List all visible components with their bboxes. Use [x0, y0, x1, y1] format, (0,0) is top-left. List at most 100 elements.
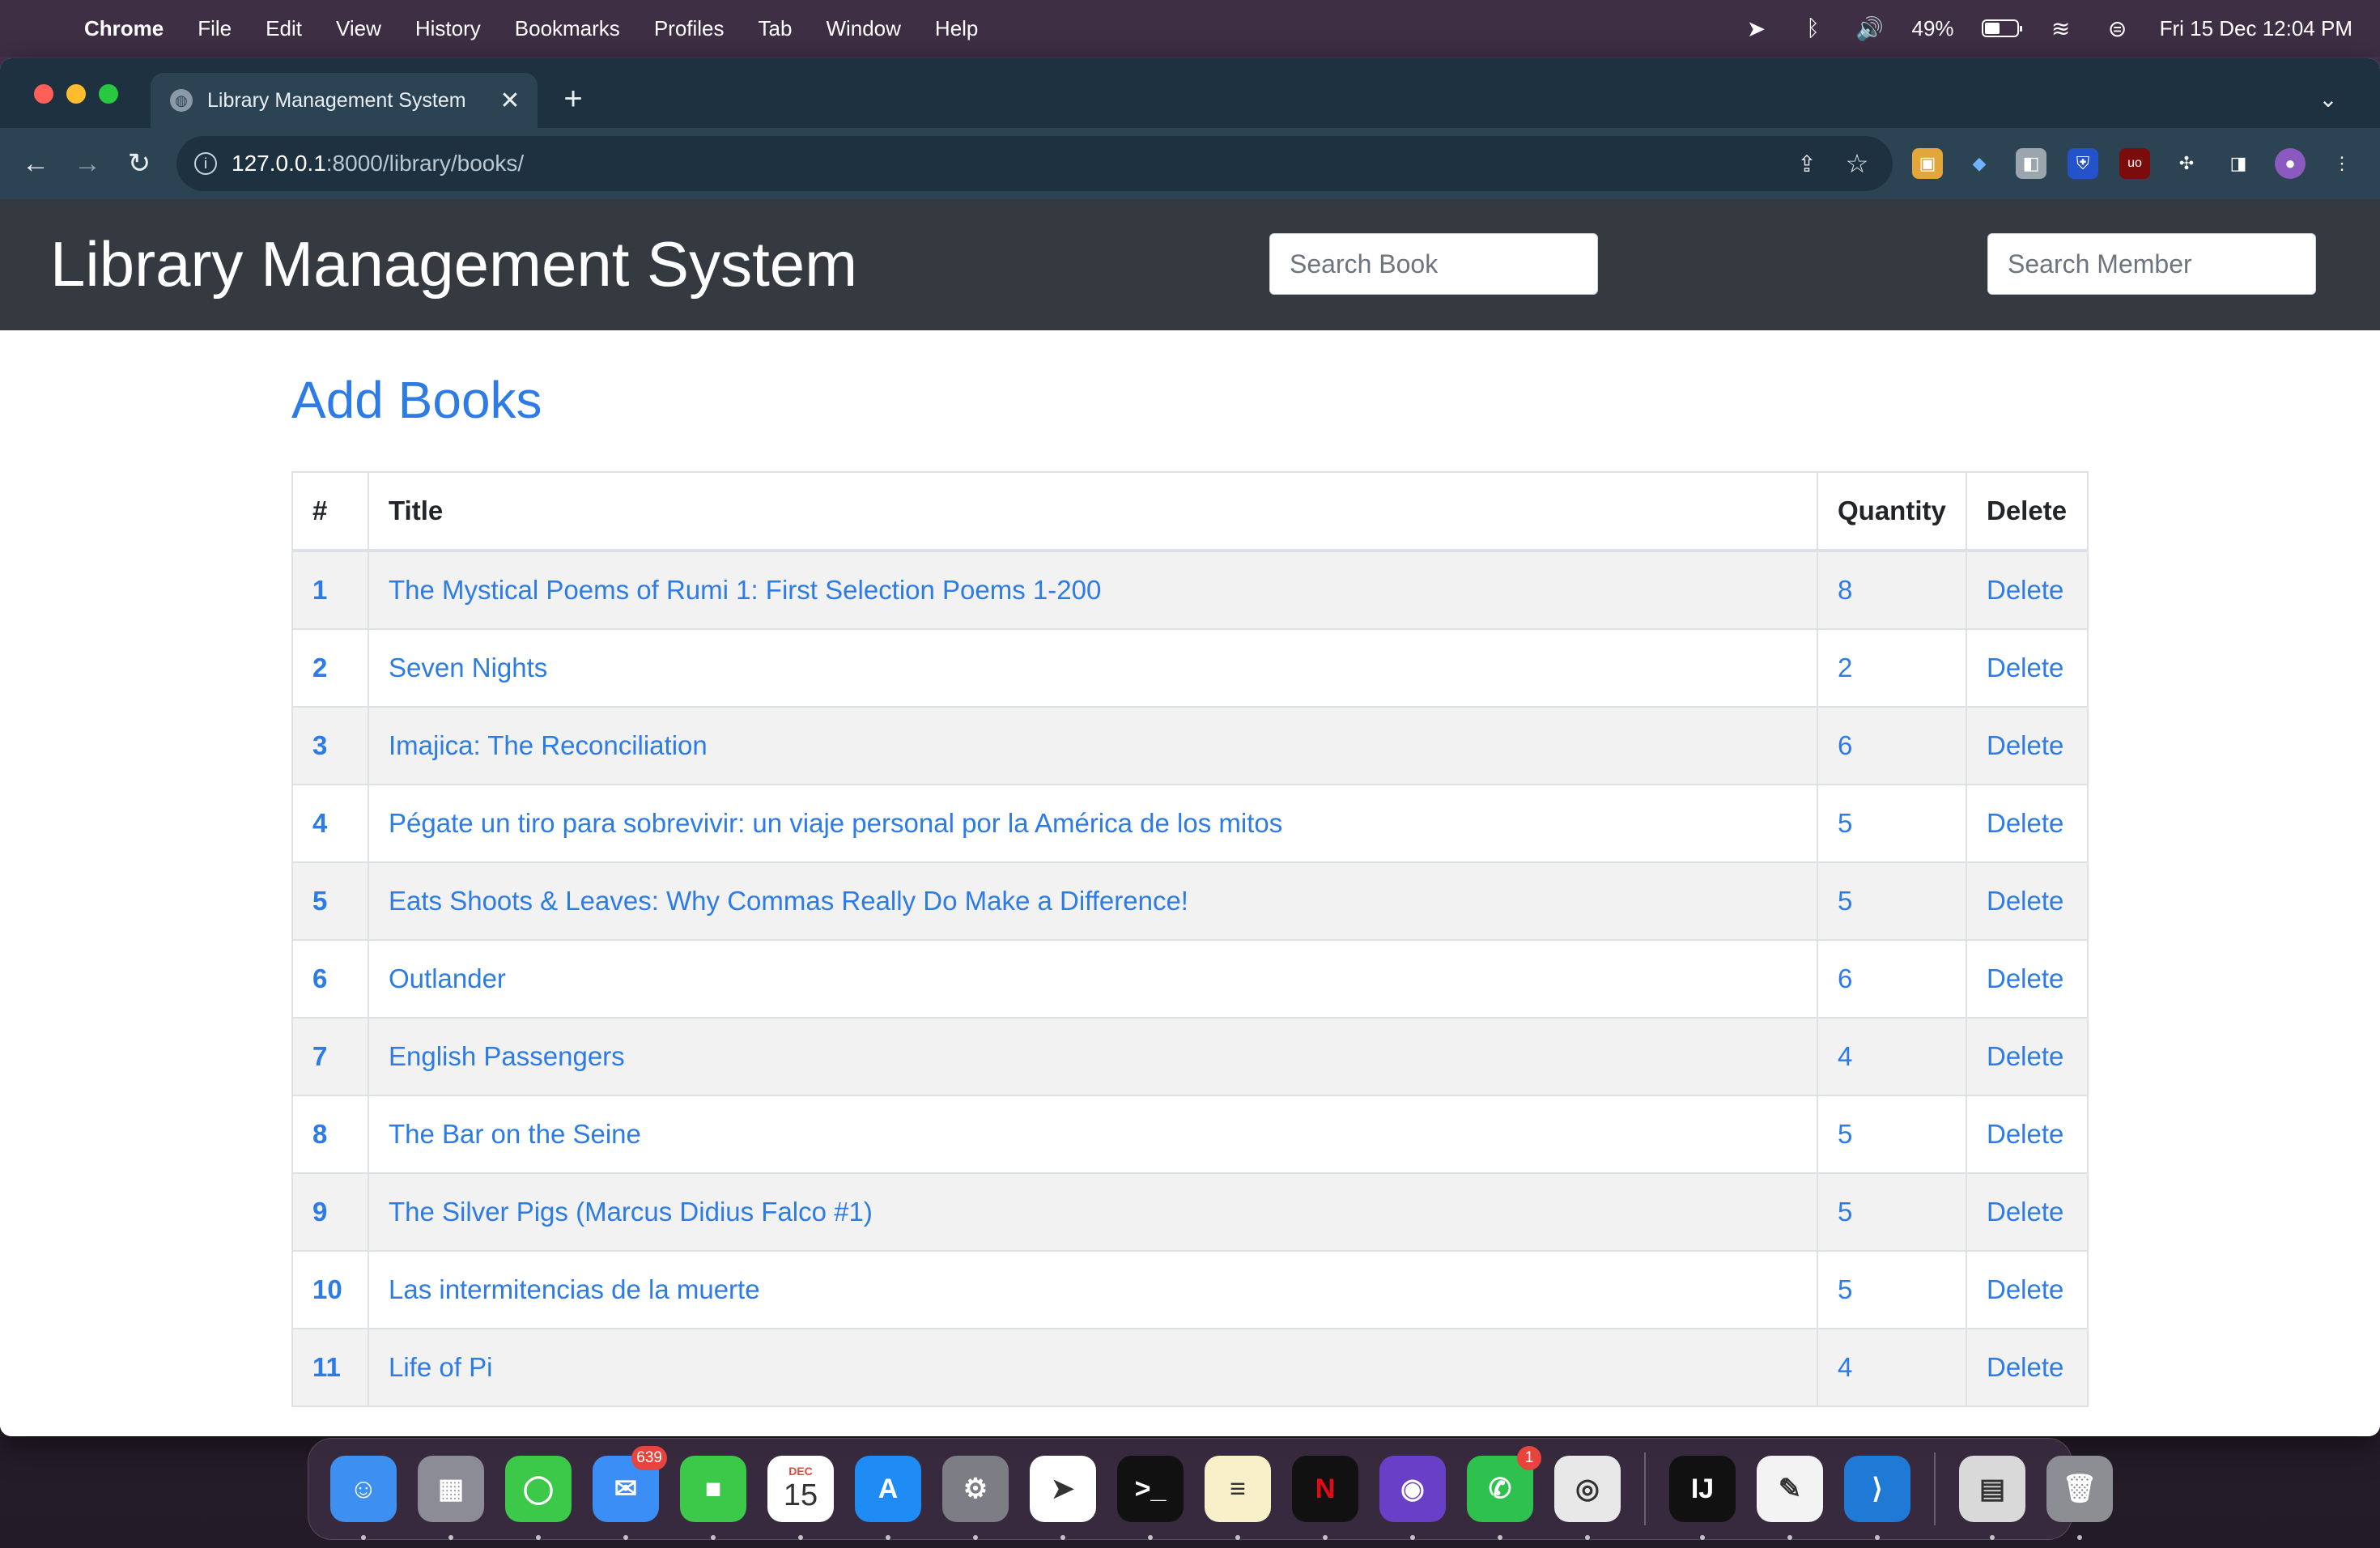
book-title-link[interactable]: Las intermitencias de la muerte: [368, 1250, 1818, 1329]
bitwarden-shield-icon[interactable]: ⛨: [2068, 148, 2098, 179]
book-number-link[interactable]: 11: [291, 1328, 369, 1407]
book-number-link[interactable]: 7: [291, 1017, 369, 1096]
battery-icon[interactable]: [1981, 19, 2022, 37]
dock-app-trash[interactable]: 🗑: [2046, 1456, 2113, 1540]
book-quantity-link[interactable]: 6: [1817, 706, 1967, 785]
delete-book-link[interactable]: Delete: [1966, 861, 2089, 941]
search-member-input[interactable]: [1987, 233, 2316, 295]
book-quantity-link[interactable]: 5: [1817, 784, 1967, 863]
menu-view[interactable]: View: [336, 16, 381, 41]
location-arrow-icon[interactable]: ➤: [1742, 14, 1771, 43]
kebab-menu-icon[interactable]: ⋮: [2327, 148, 2357, 179]
dock-app-notes[interactable]: ≡: [1205, 1456, 1271, 1540]
extension-photos-icon[interactable]: ▣: [1912, 148, 1943, 179]
delete-book-link[interactable]: Delete: [1966, 784, 2089, 863]
tab-search-chevron-icon[interactable]: ⌄: [2312, 83, 2344, 115]
search-book-input[interactable]: [1269, 233, 1598, 295]
share-icon[interactable]: ⇪: [1791, 147, 1823, 180]
dock-app-messages[interactable]: ◯: [505, 1456, 572, 1540]
book-quantity-link[interactable]: 6: [1817, 939, 1967, 1019]
extensions-puzzle-icon[interactable]: ✣: [2171, 148, 2202, 179]
close-window-button[interactable]: [34, 84, 53, 104]
dock-app-preview-document[interactable]: ▤: [1959, 1456, 2025, 1540]
ublock-origin-icon[interactable]: uo: [2119, 148, 2150, 179]
volume-icon[interactable]: 🔊: [1855, 14, 1885, 43]
book-number-link[interactable]: 8: [291, 1095, 369, 1174]
book-number-link[interactable]: 2: [291, 628, 369, 708]
menu-file[interactable]: File: [198, 16, 232, 41]
dock-app-whatsapp[interactable]: ✆ 1: [1467, 1446, 1541, 1540]
dock-app-terminal[interactable]: >_: [1117, 1456, 1184, 1540]
add-books-link[interactable]: Add Books: [291, 369, 542, 431]
book-quantity-link[interactable]: 4: [1817, 1328, 1967, 1407]
menu-profiles[interactable]: Profiles: [654, 16, 725, 41]
dock-app-chrome[interactable]: ◎: [1554, 1456, 1621, 1540]
tab-library-management[interactable]: ◍ Library Management System ✕: [151, 73, 538, 128]
book-title-link[interactable]: Seven Nights: [368, 628, 1818, 708]
dock-app-textedit[interactable]: ✎: [1757, 1456, 1823, 1540]
book-number-link[interactable]: 3: [291, 706, 369, 785]
reload-icon[interactable]: ↻: [120, 144, 159, 183]
site-info-icon[interactable]: i: [194, 152, 217, 175]
book-quantity-link[interactable]: 5: [1817, 1250, 1967, 1329]
dock-app-finder[interactable]: ☺: [330, 1456, 397, 1540]
book-title-link[interactable]: The Mystical Poems of Rumi 1: First Sele…: [368, 550, 1818, 630]
book-number-link[interactable]: 4: [291, 784, 369, 863]
side-panel-icon[interactable]: ◨: [2223, 148, 2254, 179]
delete-book-link[interactable]: Delete: [1966, 1095, 2089, 1174]
book-quantity-link[interactable]: 4: [1817, 1017, 1967, 1096]
delete-book-link[interactable]: Delete: [1966, 550, 2089, 630]
dock-app-calendar[interactable]: DEC 15: [767, 1456, 834, 1540]
menu-tab[interactable]: Tab: [759, 16, 793, 41]
dock-app-launchpad[interactable]: ▦: [418, 1456, 484, 1540]
dock-app-facetime[interactable]: ■: [680, 1456, 746, 1540]
dock-app-vscode[interactable]: ⟩: [1844, 1456, 1910, 1540]
menu-app-name[interactable]: Chrome: [84, 16, 164, 41]
book-number-link[interactable]: 1: [291, 550, 369, 630]
book-title-link[interactable]: Imajica: The Reconciliation: [368, 706, 1818, 785]
wifi-icon[interactable]: ≋: [2046, 14, 2076, 43]
book-title-link[interactable]: English Passengers: [368, 1017, 1818, 1096]
bookmark-star-icon[interactable]: ☆: [1841, 147, 1873, 180]
extension-grey-icon[interactable]: ◧: [2016, 148, 2046, 179]
book-number-link[interactable]: 6: [291, 939, 369, 1019]
delete-book-link[interactable]: Delete: [1966, 939, 2089, 1019]
book-quantity-link[interactable]: 2: [1817, 628, 1967, 708]
dock-app-mail[interactable]: ✉ 639: [593, 1446, 667, 1540]
delete-book-link[interactable]: Delete: [1966, 1250, 2089, 1329]
menu-help[interactable]: Help: [935, 16, 978, 41]
profile-avatar[interactable]: ●: [2275, 148, 2306, 179]
dock-app-system-settings[interactable]: ⚙: [942, 1456, 1009, 1540]
menu-window[interactable]: Window: [826, 16, 900, 41]
delete-book-link[interactable]: Delete: [1966, 1328, 2089, 1407]
delete-book-link[interactable]: Delete: [1966, 1172, 2089, 1252]
apple-menu-icon[interactable]: [32, 15, 57, 42]
back-arrow-icon[interactable]: ←: [16, 144, 55, 183]
book-number-link[interactable]: 10: [291, 1250, 369, 1329]
book-title-link[interactable]: The Bar on the Seine: [368, 1095, 1818, 1174]
book-title-link[interactable]: Pégate un tiro para sobrevivir: un viaje…: [368, 784, 1818, 863]
control-center-icon[interactable]: ⊜: [2103, 14, 2132, 43]
book-quantity-link[interactable]: 8: [1817, 550, 1967, 630]
extension-gem-icon[interactable]: ◆: [1964, 148, 1995, 179]
book-quantity-link[interactable]: 5: [1817, 1095, 1967, 1174]
book-quantity-link[interactable]: 5: [1817, 1172, 1967, 1252]
menu-bookmarks[interactable]: Bookmarks: [515, 16, 620, 41]
forward-arrow-icon[interactable]: →: [68, 144, 107, 183]
dock-app-telegram[interactable]: ➤: [1030, 1456, 1096, 1540]
bluetooth-icon[interactable]: ᛒ: [1799, 14, 1828, 43]
book-title-link[interactable]: Outlander: [368, 939, 1818, 1019]
site-brand[interactable]: Library Management System: [50, 223, 857, 304]
dock-app-intellij-idea[interactable]: IJ: [1669, 1456, 1736, 1540]
zoom-window-button[interactable]: [99, 84, 118, 104]
book-quantity-link[interactable]: 5: [1817, 861, 1967, 941]
delete-book-link[interactable]: Delete: [1966, 628, 2089, 708]
address-bar[interactable]: i 127.0.0.1:8000/library/books/ ⇪ ☆: [176, 136, 1893, 191]
dock-app-app-store[interactable]: A: [855, 1456, 921, 1540]
book-title-link[interactable]: Life of Pi: [368, 1328, 1818, 1407]
tab-close-icon[interactable]: ✕: [494, 84, 526, 117]
book-title-link[interactable]: The Silver Pigs (Marcus Didius Falco #1): [368, 1172, 1818, 1252]
delete-book-link[interactable]: Delete: [1966, 1017, 2089, 1096]
menu-edit[interactable]: Edit: [266, 16, 302, 41]
dock-app-firefox[interactable]: ◉: [1379, 1456, 1446, 1540]
